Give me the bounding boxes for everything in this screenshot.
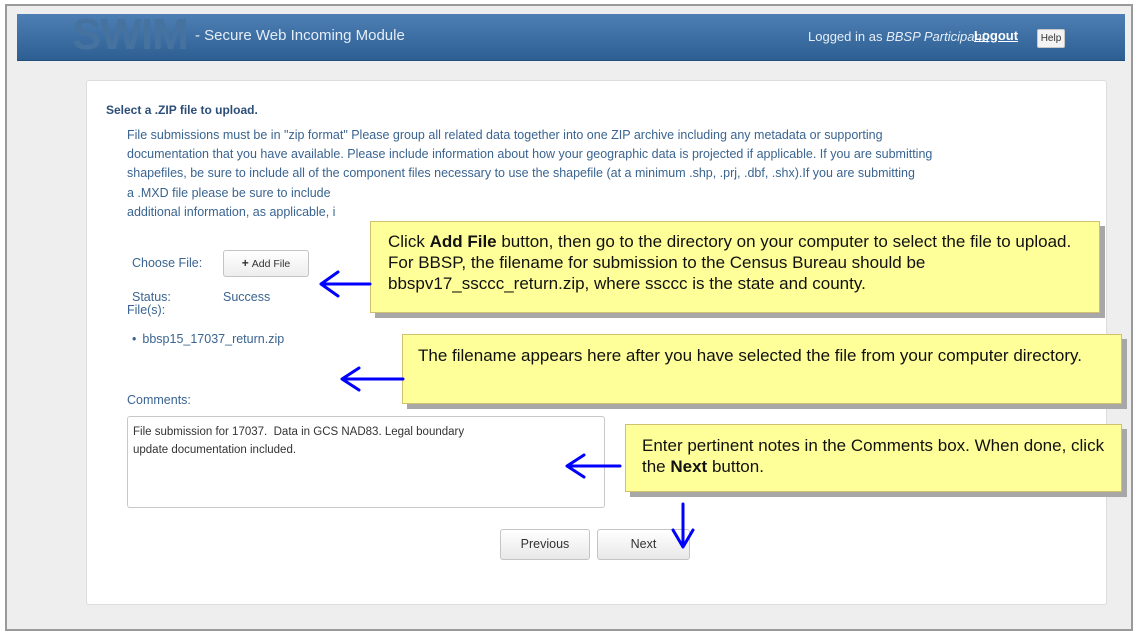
arrow-down-icon [671,502,695,549]
annotation-arrows [319,270,695,549]
arrow-left-icon [340,366,405,392]
arrow-left-icon [565,453,622,479]
arrow-left-icon [319,270,372,298]
